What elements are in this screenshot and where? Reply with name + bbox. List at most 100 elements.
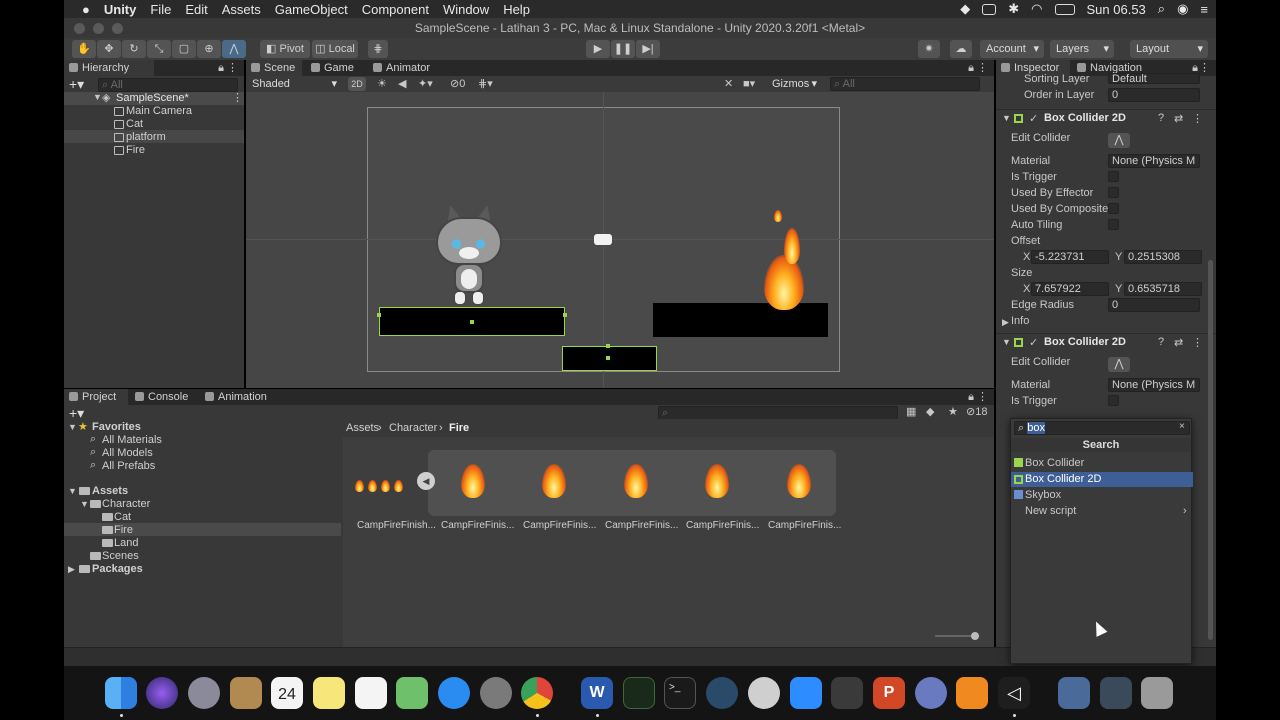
asset-frame-thumb[interactable] (461, 464, 485, 498)
camera-gizmo-icon[interactable] (594, 234, 612, 245)
lock-icon[interactable]: 🔒︎ (218, 62, 224, 75)
menu-app-name[interactable]: Unity (104, 2, 137, 17)
tab-animation[interactable]: Animation (200, 389, 280, 405)
search-by-label-icon[interactable]: ◆ (926, 405, 934, 418)
inspector-scrollbar[interactable] (1208, 260, 1213, 640)
folder-packages[interactable]: Packages (92, 563, 143, 576)
spotlight-icon[interactable]: ⌕ (1158, 1, 1165, 17)
folder-land[interactable]: Land (114, 537, 138, 550)
asset-spritesheet[interactable] (353, 474, 409, 494)
collider-handle[interactable] (606, 356, 610, 360)
help-icon[interactable]: ? (1158, 336, 1164, 348)
expand-arrow-icon[interactable]: ▼ (80, 499, 89, 509)
component-result-box-collider[interactable]: Box Collider (1011, 456, 1193, 471)
component-result-new-script[interactable]: New script › (1011, 504, 1193, 519)
asset-label[interactable]: CampFireFinis... (605, 519, 678, 532)
favorite-all-prefabs[interactable]: All Prefabs (102, 460, 155, 473)
sublime-text-icon[interactable] (956, 677, 988, 709)
collider-handle[interactable] (606, 344, 610, 348)
collider-handle[interactable] (470, 320, 474, 324)
gizmos-dropdown[interactable]: Gizmos (766, 76, 822, 92)
hierarchy-item-fire[interactable]: Fire (126, 144, 145, 157)
menu-gameobject[interactable]: GameObject (275, 2, 348, 17)
camera-icon[interactable]: ■▾ (743, 77, 755, 90)
expand-arrow-icon[interactable]: ▼ (68, 486, 77, 496)
asset-label[interactable]: CampFireFinis... (441, 519, 514, 532)
is-trigger-checkbox[interactable] (1108, 395, 1119, 406)
hand-tool-button[interactable]: ✋ (72, 40, 96, 58)
material-field[interactable]: None (Physics M (1108, 154, 1200, 168)
breadcrumb-assets[interactable]: Assets (346, 422, 379, 435)
rotate-tool-button[interactable]: ↻ (122, 40, 146, 58)
expand-arrow-icon[interactable]: ▼ (68, 422, 77, 432)
project-search-input[interactable]: ⌕ (658, 406, 898, 420)
screen-tray-icon[interactable] (982, 3, 997, 15)
reminders-icon[interactable] (355, 677, 387, 709)
collider-handle[interactable] (377, 313, 381, 317)
minimize-window-button[interactable] (93, 23, 104, 34)
cloud-icon[interactable]: ☁ (950, 40, 972, 58)
grid-snap-button[interactable]: ⋕ (368, 40, 388, 58)
expand-arrow-icon[interactable]: ▼ (93, 92, 102, 102)
menu-file[interactable]: File (150, 2, 171, 17)
tools-icon[interactable]: ✕ (724, 77, 733, 90)
screenshots-stack-icon[interactable] (1100, 677, 1132, 709)
rect-tool-button[interactable]: ▢ (172, 40, 196, 58)
menu-component[interactable]: Component (362, 2, 429, 17)
steam-icon[interactable] (706, 677, 738, 709)
material-field[interactable]: None (Physics M (1108, 378, 1200, 392)
apple-icon[interactable]: ● (82, 2, 90, 17)
zoom-icon[interactable] (790, 677, 822, 709)
fire-sprite[interactable] (754, 210, 814, 310)
tab-project[interactable]: Project (64, 389, 128, 405)
cat-sprite[interactable] (434, 203, 504, 307)
shading-mode-dropdown[interactable]: Shaded (246, 76, 342, 92)
sorting-layer-dropdown[interactable]: Default (1108, 73, 1200, 84)
component-result-skybox[interactable]: Skybox (1011, 488, 1193, 503)
pivot-toggle[interactable]: ◧ Pivot (260, 40, 310, 58)
pause-button[interactable]: ❚❚ (611, 40, 635, 58)
panel-menu-icon[interactable]: ⋮ (977, 61, 988, 74)
add-object-button[interactable]: +▾ (69, 76, 84, 93)
component-search-input[interactable]: ⌕ box (1014, 421, 1190, 435)
asset-frame-thumb[interactable] (705, 464, 729, 498)
activity-monitor-icon[interactable] (623, 677, 655, 709)
size-x-input[interactable]: 7.657922 (1031, 282, 1109, 296)
favorite-all-materials[interactable]: All Materials (102, 434, 162, 447)
menu-edit[interactable]: Edit (185, 2, 207, 17)
trash-icon[interactable] (1141, 677, 1173, 709)
vpn-icon[interactable] (915, 677, 947, 709)
menu-assets[interactable]: Assets (222, 2, 261, 17)
archive-icon[interactable] (230, 677, 262, 709)
lock-icon[interactable]: 🔒︎ (968, 391, 974, 404)
hierarchy-item-main-camera[interactable]: Main Camera (126, 105, 192, 118)
unity-hub-icon[interactable] (831, 677, 863, 709)
search-by-type-icon[interactable]: ▦ (906, 405, 916, 418)
order-in-layer-input[interactable]: 0 (1108, 88, 1200, 102)
component-menu-icon[interactable]: ⋮ (1192, 336, 1203, 349)
2d-mode-toggle[interactable]: 2D (348, 77, 366, 91)
siri-menubar-icon[interactable]: ◉ (1177, 1, 1188, 17)
play-button[interactable]: ▶ (586, 40, 610, 58)
panel-menu-icon[interactable]: ⋮ (977, 390, 988, 403)
notes-icon[interactable] (313, 677, 345, 709)
finder-icon[interactable] (105, 677, 137, 709)
breadcrumb-character[interactable]: Character (389, 422, 437, 435)
visibility-icon[interactable]: ⊘0 (450, 77, 465, 90)
local-toggle[interactable]: ◫ Local (312, 40, 358, 58)
panel-menu-icon[interactable]: ⋮ (1199, 61, 1210, 74)
favorite-all-models[interactable]: All Models (102, 447, 153, 460)
info-foldout[interactable]: Info (1011, 315, 1029, 328)
folder-scenes[interactable]: Scenes (102, 550, 139, 563)
component-enabled-checkbox[interactable]: ✓ (1029, 112, 1038, 125)
tab-scene[interactable]: Scene (246, 60, 302, 76)
is-trigger-checkbox[interactable] (1108, 171, 1119, 182)
help-icon[interactable]: ? (1158, 112, 1164, 124)
powerpoint-icon[interactable]: P (873, 677, 905, 709)
launchpad-icon[interactable] (188, 677, 220, 709)
step-button[interactable]: ▶| (636, 40, 660, 58)
close-window-button[interactable] (74, 23, 85, 34)
hierarchy-search-input[interactable]: ⌕ All (98, 78, 238, 92)
component-menu-icon[interactable]: ⋮ (1192, 112, 1203, 125)
fold-arrow-icon[interactable]: ▼ (1002, 337, 1011, 347)
